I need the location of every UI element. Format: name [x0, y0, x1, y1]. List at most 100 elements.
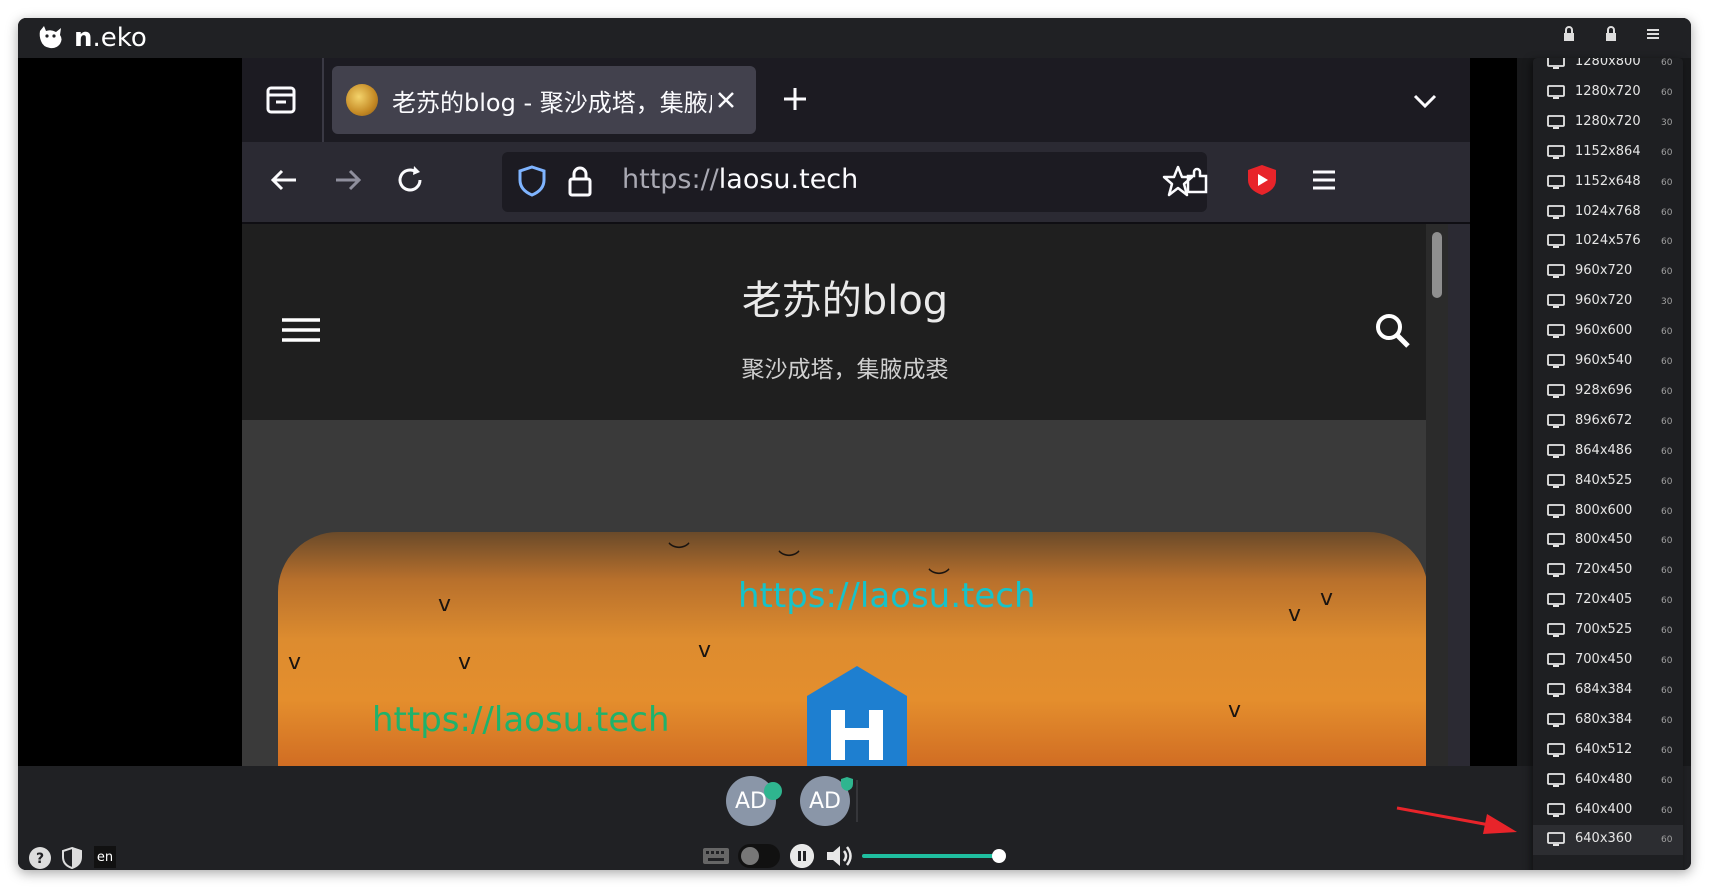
resolution-option[interactable]: 960x720 30: [1533, 287, 1683, 317]
back-arrow-icon[interactable]: [266, 162, 302, 198]
lock-icon[interactable]: [566, 164, 594, 198]
monitor-icon: [1547, 324, 1565, 339]
url-bar[interactable]: https://laosu.tech: [502, 152, 1207, 212]
refresh-rate-label: 30: [1661, 297, 1673, 308]
monitor-icon: [1547, 114, 1565, 129]
keyboard-icon[interactable]: [702, 846, 730, 866]
chevron-down-icon[interactable]: [1410, 86, 1440, 116]
neko-top-bar: n.eko: [18, 18, 1691, 58]
resolution-label: 1024x576: [1575, 233, 1641, 249]
new-tab-icon[interactable]: [776, 80, 814, 118]
resolution-option[interactable]: 720x405 60: [1533, 586, 1683, 616]
reload-icon[interactable]: [392, 162, 428, 198]
tracking-shield-icon[interactable]: [516, 164, 548, 198]
volume-slider[interactable]: [862, 854, 996, 858]
tab-divider: [322, 58, 324, 142]
app-menu-icon[interactable]: [1306, 162, 1342, 198]
browser-tab[interactable]: 老苏的blog - 聚沙成塔，集腋成裘: [332, 66, 756, 134]
help-icon[interactable]: ?: [28, 846, 52, 870]
refresh-rate-label: 60: [1661, 87, 1673, 98]
url-text[interactable]: https://laosu.tech: [622, 164, 858, 195]
monitor-icon: [1547, 712, 1565, 727]
resolution-option[interactable]: 1280x720 60: [1533, 78, 1683, 108]
resolution-option[interactable]: 960x540 60: [1533, 347, 1683, 377]
resolution-option[interactable]: 640x480 60: [1533, 766, 1683, 796]
monitor-icon: [1547, 204, 1565, 219]
monitor-icon: [1547, 383, 1565, 398]
volume-slider-knob[interactable]: [992, 849, 1006, 863]
forward-arrow-icon[interactable]: [330, 162, 366, 198]
resolution-option[interactable]: 960x720 60: [1533, 257, 1683, 287]
close-tab-icon[interactable]: [712, 86, 740, 114]
resolution-option[interactable]: 960x600 60: [1533, 317, 1683, 347]
resolution-option[interactable]: 800x600 60: [1533, 497, 1683, 527]
resolution-option[interactable]: 720x450 60: [1533, 556, 1683, 586]
resolution-label: 960x600: [1575, 323, 1633, 339]
resolution-option[interactable]: 640x360 60: [1533, 825, 1683, 856]
refresh-rate-label: 60: [1661, 207, 1673, 218]
neko-cat-logo-icon: [39, 26, 62, 49]
banner-watermark-url: https://laosu.tech: [372, 700, 670, 740]
search-icon[interactable]: [1372, 310, 1412, 350]
resolution-label: 700x450: [1575, 652, 1633, 667]
resolution-option[interactable]: 1280x720 30: [1533, 108, 1683, 138]
resolution-option[interactable]: 700x525 60: [1533, 616, 1683, 646]
language-selector[interactable]: en: [94, 846, 116, 868]
resolution-label: 864x486: [1575, 442, 1633, 458]
monitor-icon: [1547, 144, 1565, 159]
refresh-rate-label: 60: [1661, 596, 1673, 607]
refresh-rate-label: 60: [1661, 327, 1673, 338]
house-logo-icon: [807, 666, 907, 766]
control-toggle[interactable]: [738, 844, 780, 868]
resolution-option[interactable]: 640x512 60: [1533, 736, 1683, 766]
monitor-icon: [1547, 772, 1565, 787]
pause-icon[interactable]: [790, 844, 814, 868]
youtube-addon-icon[interactable]: [1244, 162, 1280, 198]
resolution-label: 928x696: [1575, 382, 1633, 398]
resolution-label: 640x512: [1575, 741, 1633, 757]
resolution-option[interactable]: 1152x864 60: [1533, 138, 1683, 168]
member-avatar[interactable]: AD: [726, 776, 782, 826]
page-scrollbar[interactable]: [1426, 224, 1448, 766]
refresh-rate-label: 60: [1661, 685, 1673, 696]
monitor-icon: [1547, 682, 1565, 697]
remote-video[interactable]: 老苏的blog - 聚沙成塔，集腋成裘 https://laosu.tech: [18, 58, 1517, 766]
refresh-rate-label: 60: [1661, 715, 1673, 726]
firefox-view-icon[interactable]: [262, 80, 300, 118]
control-lock-icon[interactable]: [1603, 26, 1619, 42]
resolution-option[interactable]: 684x384 60: [1533, 676, 1683, 706]
resolution-label: 1152x648: [1575, 173, 1641, 189]
monitor-icon: [1547, 413, 1565, 428]
volume-icon[interactable]: [824, 842, 854, 870]
resolution-label: 1024x768: [1575, 203, 1641, 219]
member-avatar[interactable]: AD: [800, 776, 853, 826]
monitor-icon: [1547, 234, 1565, 249]
resolution-option[interactable]: 700x450 60: [1533, 646, 1683, 676]
refresh-rate-label: 60: [1661, 536, 1673, 547]
resolution-option[interactable]: 1152x648 60: [1533, 168, 1683, 198]
shield-icon[interactable]: [60, 846, 84, 870]
resolution-option[interactable]: 800x450 60: [1533, 526, 1683, 556]
monitor-icon: [1547, 473, 1565, 488]
resolution-option[interactable]: 1024x768 60: [1533, 198, 1683, 228]
resolution-label: 720x450: [1575, 562, 1633, 578]
resolution-menu-icon[interactable]: [1645, 26, 1661, 42]
resolution-option[interactable]: 1280x800 60: [1533, 58, 1683, 78]
resolution-option[interactable]: 928x696 60: [1533, 377, 1683, 407]
room-lock-icon[interactable]: [1561, 26, 1577, 42]
resolution-label: 720x405: [1575, 592, 1633, 608]
refresh-rate-label: 60: [1661, 506, 1673, 517]
resolution-option[interactable]: 640x400 60: [1533, 796, 1683, 826]
resolution-label: 640x480: [1575, 771, 1633, 787]
extensions-puzzle-icon[interactable]: [1180, 162, 1216, 198]
resolution-option[interactable]: 840x525 60: [1533, 467, 1683, 497]
resolution-option[interactable]: 896x672 60: [1533, 407, 1683, 437]
resolution-option[interactable]: 1024x576 60: [1533, 227, 1683, 257]
refresh-rate-label: 60: [1661, 416, 1673, 427]
resolution-option[interactable]: 680x384 60: [1533, 706, 1683, 736]
resolution-option[interactable]: 864x486 60: [1533, 437, 1683, 467]
scrollbar-thumb[interactable]: [1432, 232, 1442, 298]
resolution-label: 960x720: [1575, 293, 1633, 309]
monitor-icon: [1547, 533, 1565, 548]
site-title[interactable]: 老苏的blog: [242, 268, 1448, 326]
